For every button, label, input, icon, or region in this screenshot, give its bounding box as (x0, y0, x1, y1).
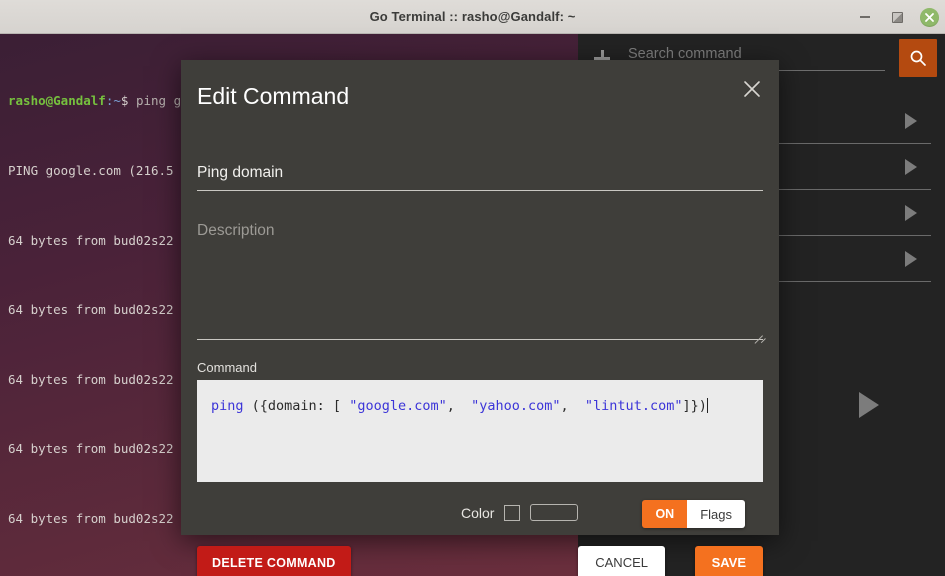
terminal-path: :~ (105, 93, 121, 109)
code-token-function: ping (211, 398, 244, 414)
code-token-string: "google.com" (349, 398, 447, 414)
minimize-icon[interactable] (856, 8, 874, 26)
command-field-label: Command (197, 360, 257, 375)
flags-toggle[interactable]: ON Flags (642, 500, 745, 528)
resize-handle-icon[interactable] (751, 326, 763, 338)
play-icon[interactable] (905, 158, 917, 175)
play-icon[interactable] (905, 112, 917, 129)
flags-toggle-on[interactable]: ON (642, 500, 688, 528)
window-controls (856, 0, 939, 34)
command-name-value: Ping domain (197, 164, 284, 181)
edit-command-dialog: Edit Command Ping domain Description Com… (181, 60, 779, 576)
command-description-input[interactable]: Description (197, 218, 763, 340)
code-token-plain: ]}) (682, 398, 707, 414)
text-caret (706, 398, 708, 413)
play-icon[interactable] (905, 250, 917, 267)
code-token-string: "yahoo.com" (471, 398, 561, 414)
color-label: Color (461, 504, 495, 521)
cancel-button[interactable]: CANCEL (578, 546, 665, 576)
code-token-plain: ({domain: [ (243, 398, 350, 414)
flags-toggle-label[interactable]: Flags (687, 500, 745, 528)
window-title: Go Terminal :: rasho@Gandalf: ~ (369, 9, 576, 24)
code-token-string: "lintut.com" (584, 398, 683, 414)
code-token-plain: , (560, 398, 585, 414)
close-icon (744, 81, 760, 97)
close-icon[interactable] (920, 7, 939, 27)
command-name-input[interactable]: Ping domain (197, 164, 763, 191)
search-button[interactable] (899, 39, 937, 77)
maximize-icon[interactable] (888, 8, 906, 26)
color-swatch-input[interactable] (530, 504, 579, 521)
search-icon (910, 50, 926, 66)
close-dialog-button[interactable] (739, 76, 765, 102)
terminal-prompt: rasho@Gandalf (8, 93, 106, 109)
application-window: Go Terminal :: rasho@Gandalf: ~ rasho@Ga… (0, 0, 945, 576)
dialog-title: Edit Command (197, 83, 350, 109)
command-description-placeholder: Description (197, 222, 275, 239)
save-button[interactable]: SAVE (694, 546, 763, 576)
color-control-group: Color (461, 504, 579, 521)
command-code-editor[interactable]: ping ({domain: [ "google.com", "yahoo.co… (197, 380, 763, 482)
color-checkbox[interactable] (504, 504, 521, 521)
play-icon[interactable] (905, 204, 917, 221)
code-token-plain: , (446, 398, 472, 414)
window-titlebar: Go Terminal :: rasho@Gandalf: ~ (0, 0, 945, 34)
delete-command-button[interactable]: DELETE COMMAND (197, 546, 351, 576)
play-large-icon[interactable] (859, 392, 879, 418)
